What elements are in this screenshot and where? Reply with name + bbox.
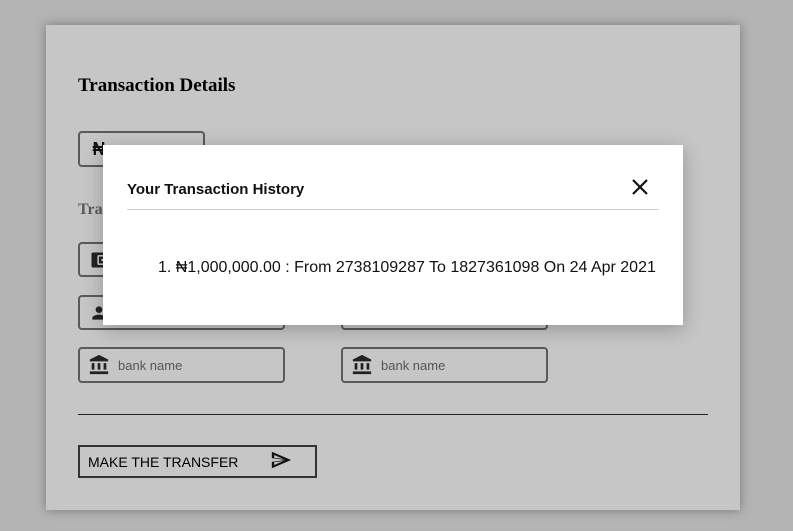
page-title: Transaction Details [78,75,236,96]
make-transfer-label: MAKE THE TRANSFER [88,453,239,470]
from-bank-field[interactable] [78,347,285,383]
send-icon [269,449,293,474]
close-icon [631,178,649,201]
modal-divider [127,209,659,210]
bank-icon [351,354,373,376]
divider [78,414,708,415]
to-bank-input[interactable] [381,357,531,373]
modal-title: Your Transaction History [127,181,305,198]
from-bank-input[interactable] [118,357,268,373]
transaction-history-modal: Your Transaction History 1. ₦1,000,000.0… [103,145,683,325]
make-transfer-button[interactable]: MAKE THE TRANSFER [78,445,317,478]
close-button[interactable] [627,176,653,202]
bank-icon [88,354,110,376]
to-bank-field[interactable] [341,347,548,383]
list-item: 1. ₦1,000,000.00 : From 2738109287 To 18… [158,259,656,276]
transaction-history-list: 1. ₦1,000,000.00 : From 2738109287 To 18… [158,259,656,277]
